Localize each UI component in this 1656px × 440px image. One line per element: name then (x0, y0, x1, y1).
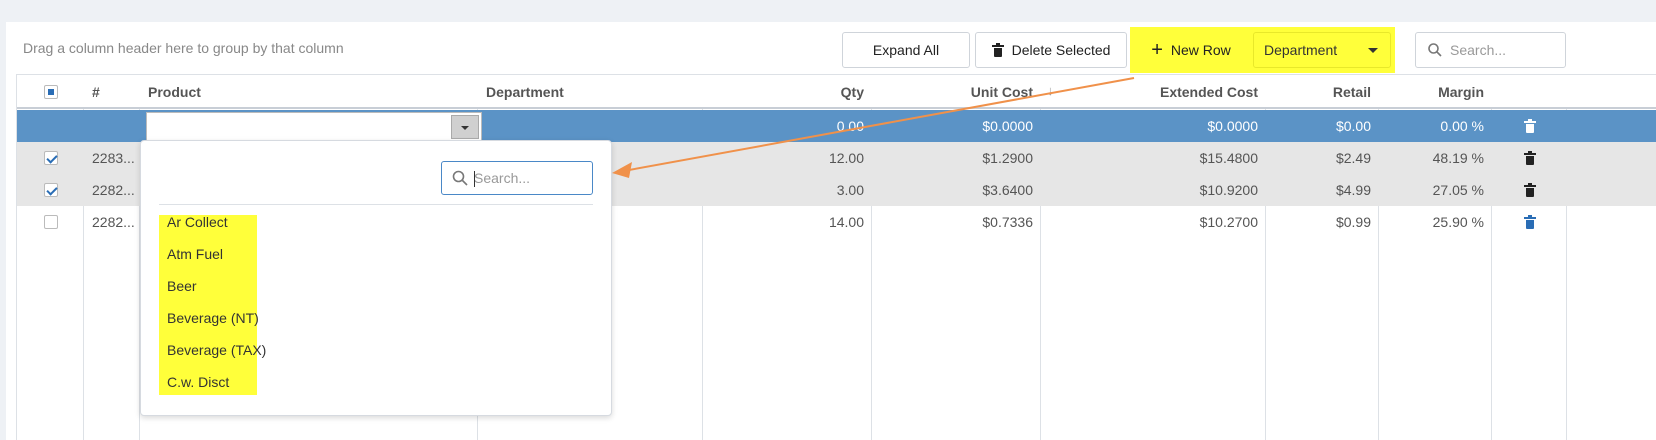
grid-panel: Drag a column header here to group by th… (6, 22, 1656, 440)
top-strip (0, 0, 1656, 10)
annotation-arrow (612, 77, 1135, 178)
